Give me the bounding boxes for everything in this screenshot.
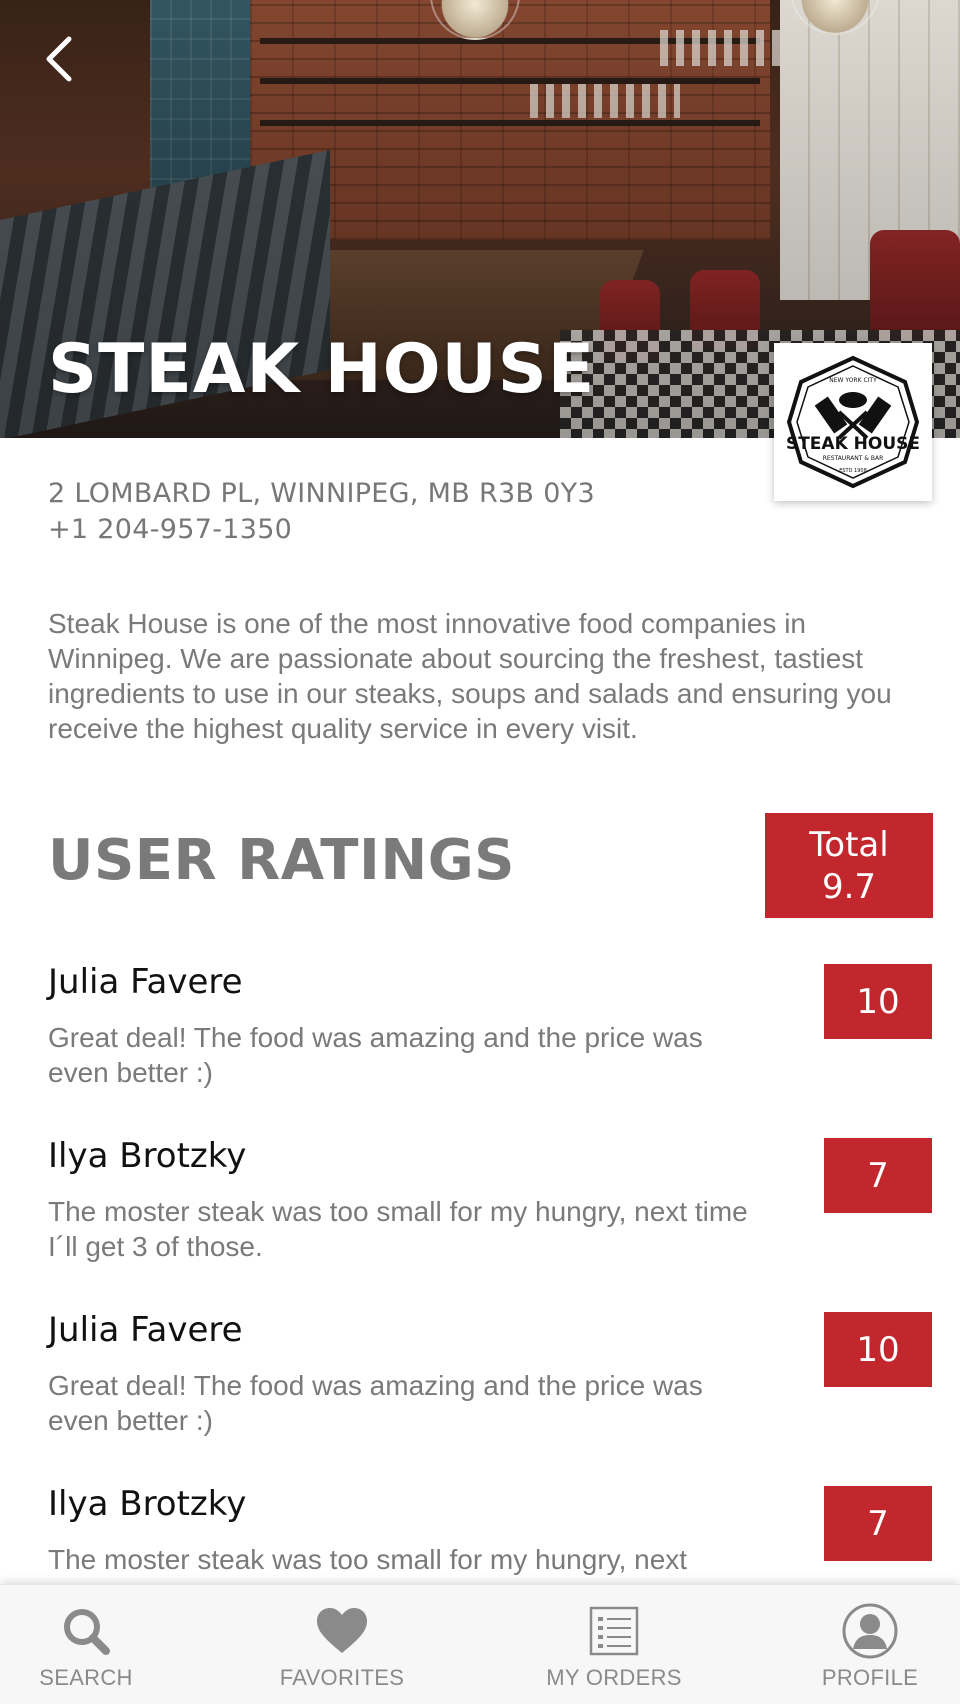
user-icon	[842, 1603, 898, 1659]
reviewer-name: Ilya Brotzky	[48, 1136, 247, 1176]
restaurant-description: Steak House is one of the most innovativ…	[48, 608, 892, 744]
reviewer-name: Julia Favere	[48, 962, 243, 1002]
review-text: The moster steak was too small for my hu…	[48, 1196, 748, 1262]
list-icon	[586, 1605, 642, 1657]
review-score-badge: 7	[824, 1138, 932, 1213]
svg-text:STEAK HOUSE: STEAK HOUSE	[786, 434, 920, 454]
reviewer-name: Julia Favere	[48, 1310, 243, 1350]
total-rating-value: 9.7	[821, 866, 877, 907]
total-rating-badge: Total 9.7	[765, 813, 933, 918]
review-score-badge: 7	[824, 1486, 932, 1561]
tab-search[interactable]: SEARCH	[22, 1585, 150, 1704]
phone-number[interactable]: +1 204-957-1350	[48, 512, 595, 548]
reviewer-name: Ilya Brotzky	[48, 1484, 247, 1524]
svg-text:NEW YORK CITY: NEW YORK CITY	[829, 377, 877, 384]
review-item: Julia Favere Great deal! The food was am…	[48, 962, 932, 1112]
restaurant-detail-screen: STEAK HOUSE NEW YORK CITY STEAK HOUSE RE…	[0, 0, 960, 1704]
total-rating-label: Total	[809, 824, 889, 865]
svg-text:RESTAURANT & BAR: RESTAURANT & BAR	[823, 455, 884, 462]
tab-label: PROFILE	[821, 1665, 919, 1690]
review-text: Great deal! The food was amazing and the…	[48, 1370, 703, 1436]
tab-label: FAVORITES	[279, 1665, 405, 1690]
ratings-heading: USER RATINGS	[48, 828, 515, 893]
bottom-tab-bar: SEARCH FAVORITES MY ORDERS PROFILE	[0, 1584, 960, 1704]
review-score-badge: 10	[824, 964, 932, 1039]
tab-favorites[interactable]: FAVORITES	[272, 1585, 412, 1704]
back-button[interactable]	[36, 34, 80, 84]
tab-label: SEARCH	[39, 1665, 133, 1690]
review-item: Ilya Brotzky The moster steak was too sm…	[48, 1136, 932, 1286]
tab-profile[interactable]: PROFILE	[806, 1585, 934, 1704]
chevron-left-icon	[46, 36, 72, 82]
restaurant-logo: NEW YORK CITY STEAK HOUSE RESTAURANT & B…	[774, 343, 932, 501]
address-text: 2 LOMBARD PL, WINNIPEG, MB R3B 0Y3	[48, 478, 595, 509]
review-item: Julia Favere Great deal! The food was am…	[48, 1310, 932, 1460]
review-text: Great deal! The food was amazing and the…	[48, 1022, 703, 1088]
restaurant-title: STEAK HOUSE	[48, 330, 596, 409]
heart-icon	[314, 1605, 370, 1657]
address-block: 2 LOMBARD PL, WINNIPEG, MB R3B 0Y3 +1 20…	[48, 476, 595, 548]
review-score-badge: 10	[824, 1312, 932, 1387]
search-icon	[58, 1605, 114, 1657]
tab-my-orders[interactable]: MY ORDERS	[544, 1585, 684, 1704]
tab-label: MY ORDERS	[546, 1665, 682, 1690]
review-text: The moster steak was too small for my hu…	[48, 1544, 688, 1575]
svg-text:ESTD 1908: ESTD 1908	[839, 468, 867, 474]
